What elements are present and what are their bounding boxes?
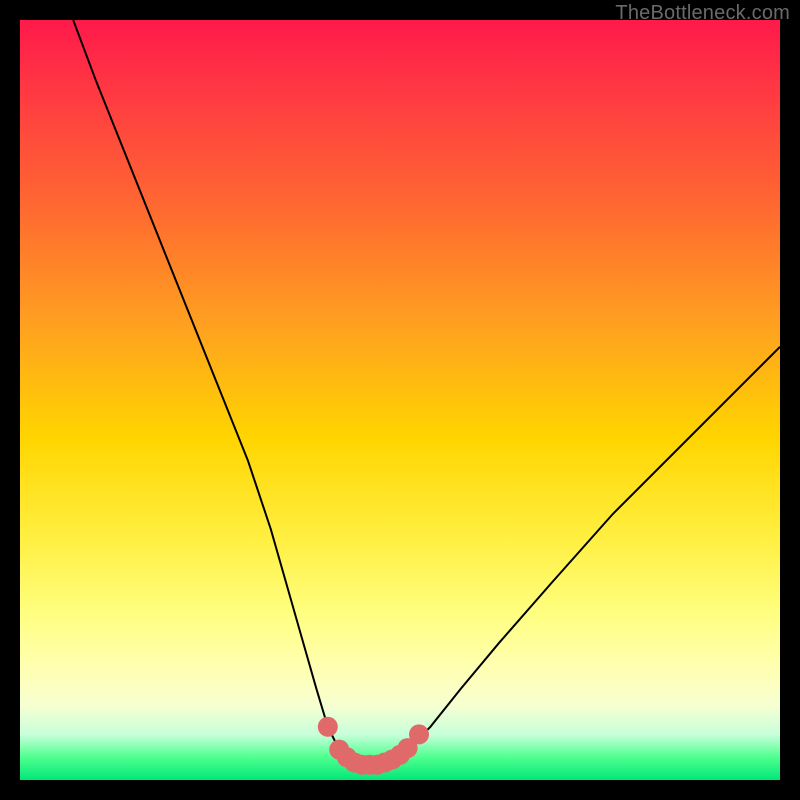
valley-marker-point	[409, 724, 429, 744]
plot-area	[20, 20, 780, 780]
chart-frame: TheBottleneck.com	[0, 0, 800, 800]
watermark-text: TheBottleneck.com	[615, 2, 790, 25]
valley-marker-point	[318, 717, 338, 737]
bottleneck-curve-path	[73, 20, 780, 765]
chart-svg	[20, 20, 780, 780]
